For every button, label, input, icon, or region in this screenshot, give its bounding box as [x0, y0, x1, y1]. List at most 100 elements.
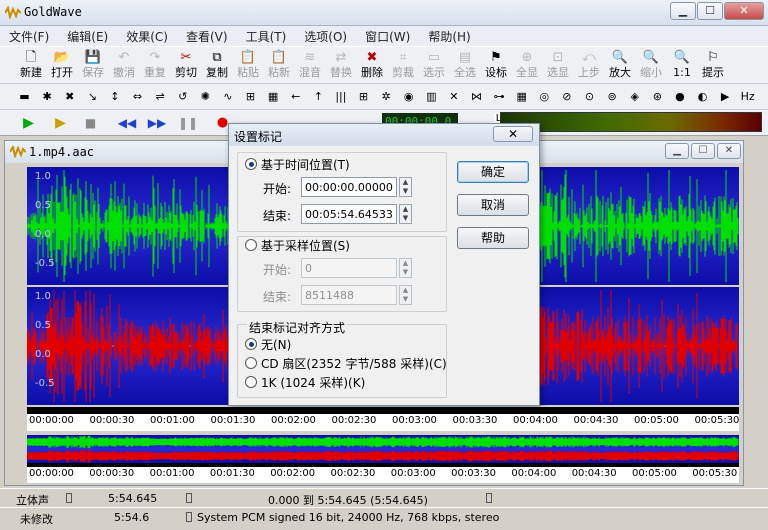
toolbar-button-20[interactable]: 🔍 缩小	[635, 49, 667, 83]
effect-tool-icon[interactable]: ⊛	[649, 89, 666, 105]
effect-tool-icon[interactable]: ▶	[717, 89, 734, 105]
toolbar-button-13[interactable]: ▭ 选示	[418, 49, 450, 83]
fast-forward-icon[interactable]: ▶▶	[146, 115, 168, 131]
effect-tool-icon[interactable]: ◐	[694, 89, 711, 105]
toolbar-button-2[interactable]: 💾 保存	[77, 49, 109, 83]
toolbar-button-8[interactable]: 📋 粘新	[263, 49, 295, 83]
effect-tool-icon[interactable]: ▦	[265, 89, 282, 105]
toolbar-button-10[interactable]: ⇄ 替换	[325, 49, 357, 83]
effect-tool-icon[interactable]: Hz	[739, 89, 756, 105]
effect-tool-icon[interactable]: ◉	[400, 89, 417, 105]
toolbar-button-6[interactable]: ⧉ 复制	[201, 49, 233, 83]
effect-tool-icon[interactable]: ✱	[39, 89, 56, 105]
toolbar-button-11[interactable]: ✖ 删除	[356, 49, 388, 83]
doc-minimize-button[interactable]: ▁	[665, 143, 689, 159]
align-1k-label[interactable]: 1K (1024 采样)(K)	[261, 374, 365, 391]
toolbar-button-14[interactable]: ▤ 全选	[449, 49, 481, 83]
effect-tool-icon[interactable]: ↘	[84, 89, 101, 105]
cancel-button[interactable]: 取消	[457, 194, 529, 216]
toolbar-button-22[interactable]: ⚐ 提示	[697, 49, 729, 83]
effect-tool-icon[interactable]: ↺	[174, 89, 191, 105]
toolbar-button-9[interactable]: ≋ 混音	[294, 49, 326, 83]
help-button[interactable]: 帮助	[457, 227, 529, 249]
pause-icon[interactable]: ❚❚	[178, 115, 198, 131]
effect-tool-icon[interactable]: ✖	[61, 89, 78, 105]
toolbar-button-7[interactable]: 📋 粘贴	[232, 49, 264, 83]
align-none-label[interactable]: 无(N)	[261, 336, 291, 353]
menu-tools[interactable]: 工具(T)	[237, 26, 296, 46]
align-cd-radio[interactable]	[245, 357, 257, 369]
time-position-radio[interactable]	[245, 158, 257, 170]
effect-tool-icon[interactable]: ⊘	[558, 89, 575, 105]
effect-tool-icon[interactable]: ⊞	[242, 89, 259, 105]
dialog-title-bar[interactable]: 设置标记 ✕	[229, 124, 539, 146]
effect-tool-icon[interactable]: ⋈	[468, 89, 485, 105]
stop-icon[interactable]: ■	[82, 115, 99, 131]
toolbar-button-0[interactable]: 🗋 新建	[15, 49, 47, 83]
ok-button[interactable]: 确定	[457, 161, 529, 183]
overview-waveform[interactable]	[27, 435, 739, 463]
dialog-close-button[interactable]: ✕	[493, 126, 533, 142]
toolbar-button-3[interactable]: ↶ 撤消	[108, 49, 140, 83]
menu-file[interactable]: 文件(F)	[0, 26, 58, 46]
toolbar-button-12[interactable]: ⌗ 剪裁	[387, 49, 419, 83]
effect-tool-icon[interactable]: ◎	[536, 89, 553, 105]
menu-help[interactable]: 帮助(H)	[419, 26, 479, 46]
play-icon[interactable]: ▶	[20, 115, 37, 131]
effect-tool-icon[interactable]: |||	[332, 89, 349, 105]
menu-options[interactable]: 选项(O)	[295, 26, 356, 46]
close-button[interactable]: ✕	[724, 2, 764, 20]
toolbar-button-15[interactable]: ⚑ 设标	[480, 49, 512, 83]
start-time-field[interactable]: 00:00:00.00000	[301, 177, 397, 197]
effect-tool-icon[interactable]: ▦	[513, 89, 530, 105]
effect-tool-icon[interactable]: ⊞	[355, 89, 372, 105]
toolbar-button-1[interactable]: 📂 打开	[46, 49, 78, 83]
effect-tool-icon[interactable]: ⊙	[581, 89, 598, 105]
time-ruler[interactable]: 00:00:00 00:00:30 00:01:00 00:01:30 00:02:00…	[27, 407, 739, 431]
toolbar-button-18[interactable]: ⤺ 上步	[573, 49, 605, 83]
align-1k-radio[interactable]	[245, 376, 257, 388]
sample-position-radio[interactable]	[245, 239, 257, 251]
toolbar-button-5[interactable]: ✂ 剪切	[170, 49, 202, 83]
toolbar-button-21[interactable]: 🔍 1:1	[666, 49, 698, 83]
sample-start-field[interactable]: 0	[301, 258, 397, 278]
effect-tool-icon[interactable]: ↑	[310, 89, 327, 105]
align-cd-label[interactable]: CD 扇区(2352 字节/588 采样)(C)	[261, 355, 447, 372]
time-position-label[interactable]: 基于时间位置(T)	[261, 156, 350, 173]
effect-tool-icon[interactable]: ⊶	[491, 89, 508, 105]
effect-tool-icon[interactable]: ↕	[106, 89, 123, 105]
sample-position-label[interactable]: 基于采样位置(S)	[261, 237, 350, 254]
toolbar-button-17[interactable]: ⊡ 选显	[542, 49, 574, 83]
effect-tool-icon[interactable]: ✕	[445, 89, 462, 105]
effect-tool-icon[interactable]: ⇔	[129, 89, 146, 105]
sample-start-spinner[interactable]: ▲ ▼	[399, 258, 412, 278]
start-time-spinner[interactable]: ▲ ▼	[399, 177, 412, 197]
app-title-bar[interactable]: GoldWave ▁ ☐ ✕	[0, 0, 768, 26]
effect-tool-icon[interactable]: ←	[287, 89, 304, 105]
toolbar-button-16[interactable]: ⊕ 全显	[511, 49, 543, 83]
effect-tool-icon[interactable]: ▥	[423, 89, 440, 105]
menu-effects[interactable]: 效果(C)	[117, 26, 177, 46]
effect-tool-icon[interactable]: ∿	[219, 89, 236, 105]
effect-tool-icon[interactable]: ✺	[197, 89, 214, 105]
align-none-radio[interactable]	[245, 338, 257, 350]
rewind-icon[interactable]: ◀◀	[116, 115, 138, 131]
effect-tool-icon[interactable]: ⊚	[604, 89, 621, 105]
effect-tool-icon[interactable]: ✲	[378, 89, 395, 105]
menu-window[interactable]: 窗口(W)	[356, 26, 419, 46]
play-selection-icon[interactable]: ▶	[52, 115, 69, 131]
toolbar-button-19[interactable]: 🔍 放大	[604, 49, 636, 83]
doc-close-button[interactable]: ✕	[717, 143, 741, 159]
effect-tool-icon[interactable]: ▬	[16, 89, 33, 105]
effect-tool-icon[interactable]: ◈	[626, 89, 643, 105]
menu-edit[interactable]: 编辑(E)	[58, 26, 117, 46]
doc-maximize-button[interactable]: ☐	[691, 143, 715, 159]
effect-tool-icon[interactable]: ⇌	[152, 89, 169, 105]
sample-end-spinner[interactable]: ▲ ▼	[399, 285, 412, 305]
end-time-field[interactable]: 00:05:54.64533	[301, 204, 397, 224]
maximize-button[interactable]: ☐	[697, 2, 723, 20]
minimize-button[interactable]: ▁	[670, 2, 696, 20]
menu-view[interactable]: 查看(V)	[177, 26, 237, 46]
end-time-spinner[interactable]: ▲ ▼	[399, 204, 412, 224]
effect-tool-icon[interactable]: ●	[671, 89, 688, 105]
